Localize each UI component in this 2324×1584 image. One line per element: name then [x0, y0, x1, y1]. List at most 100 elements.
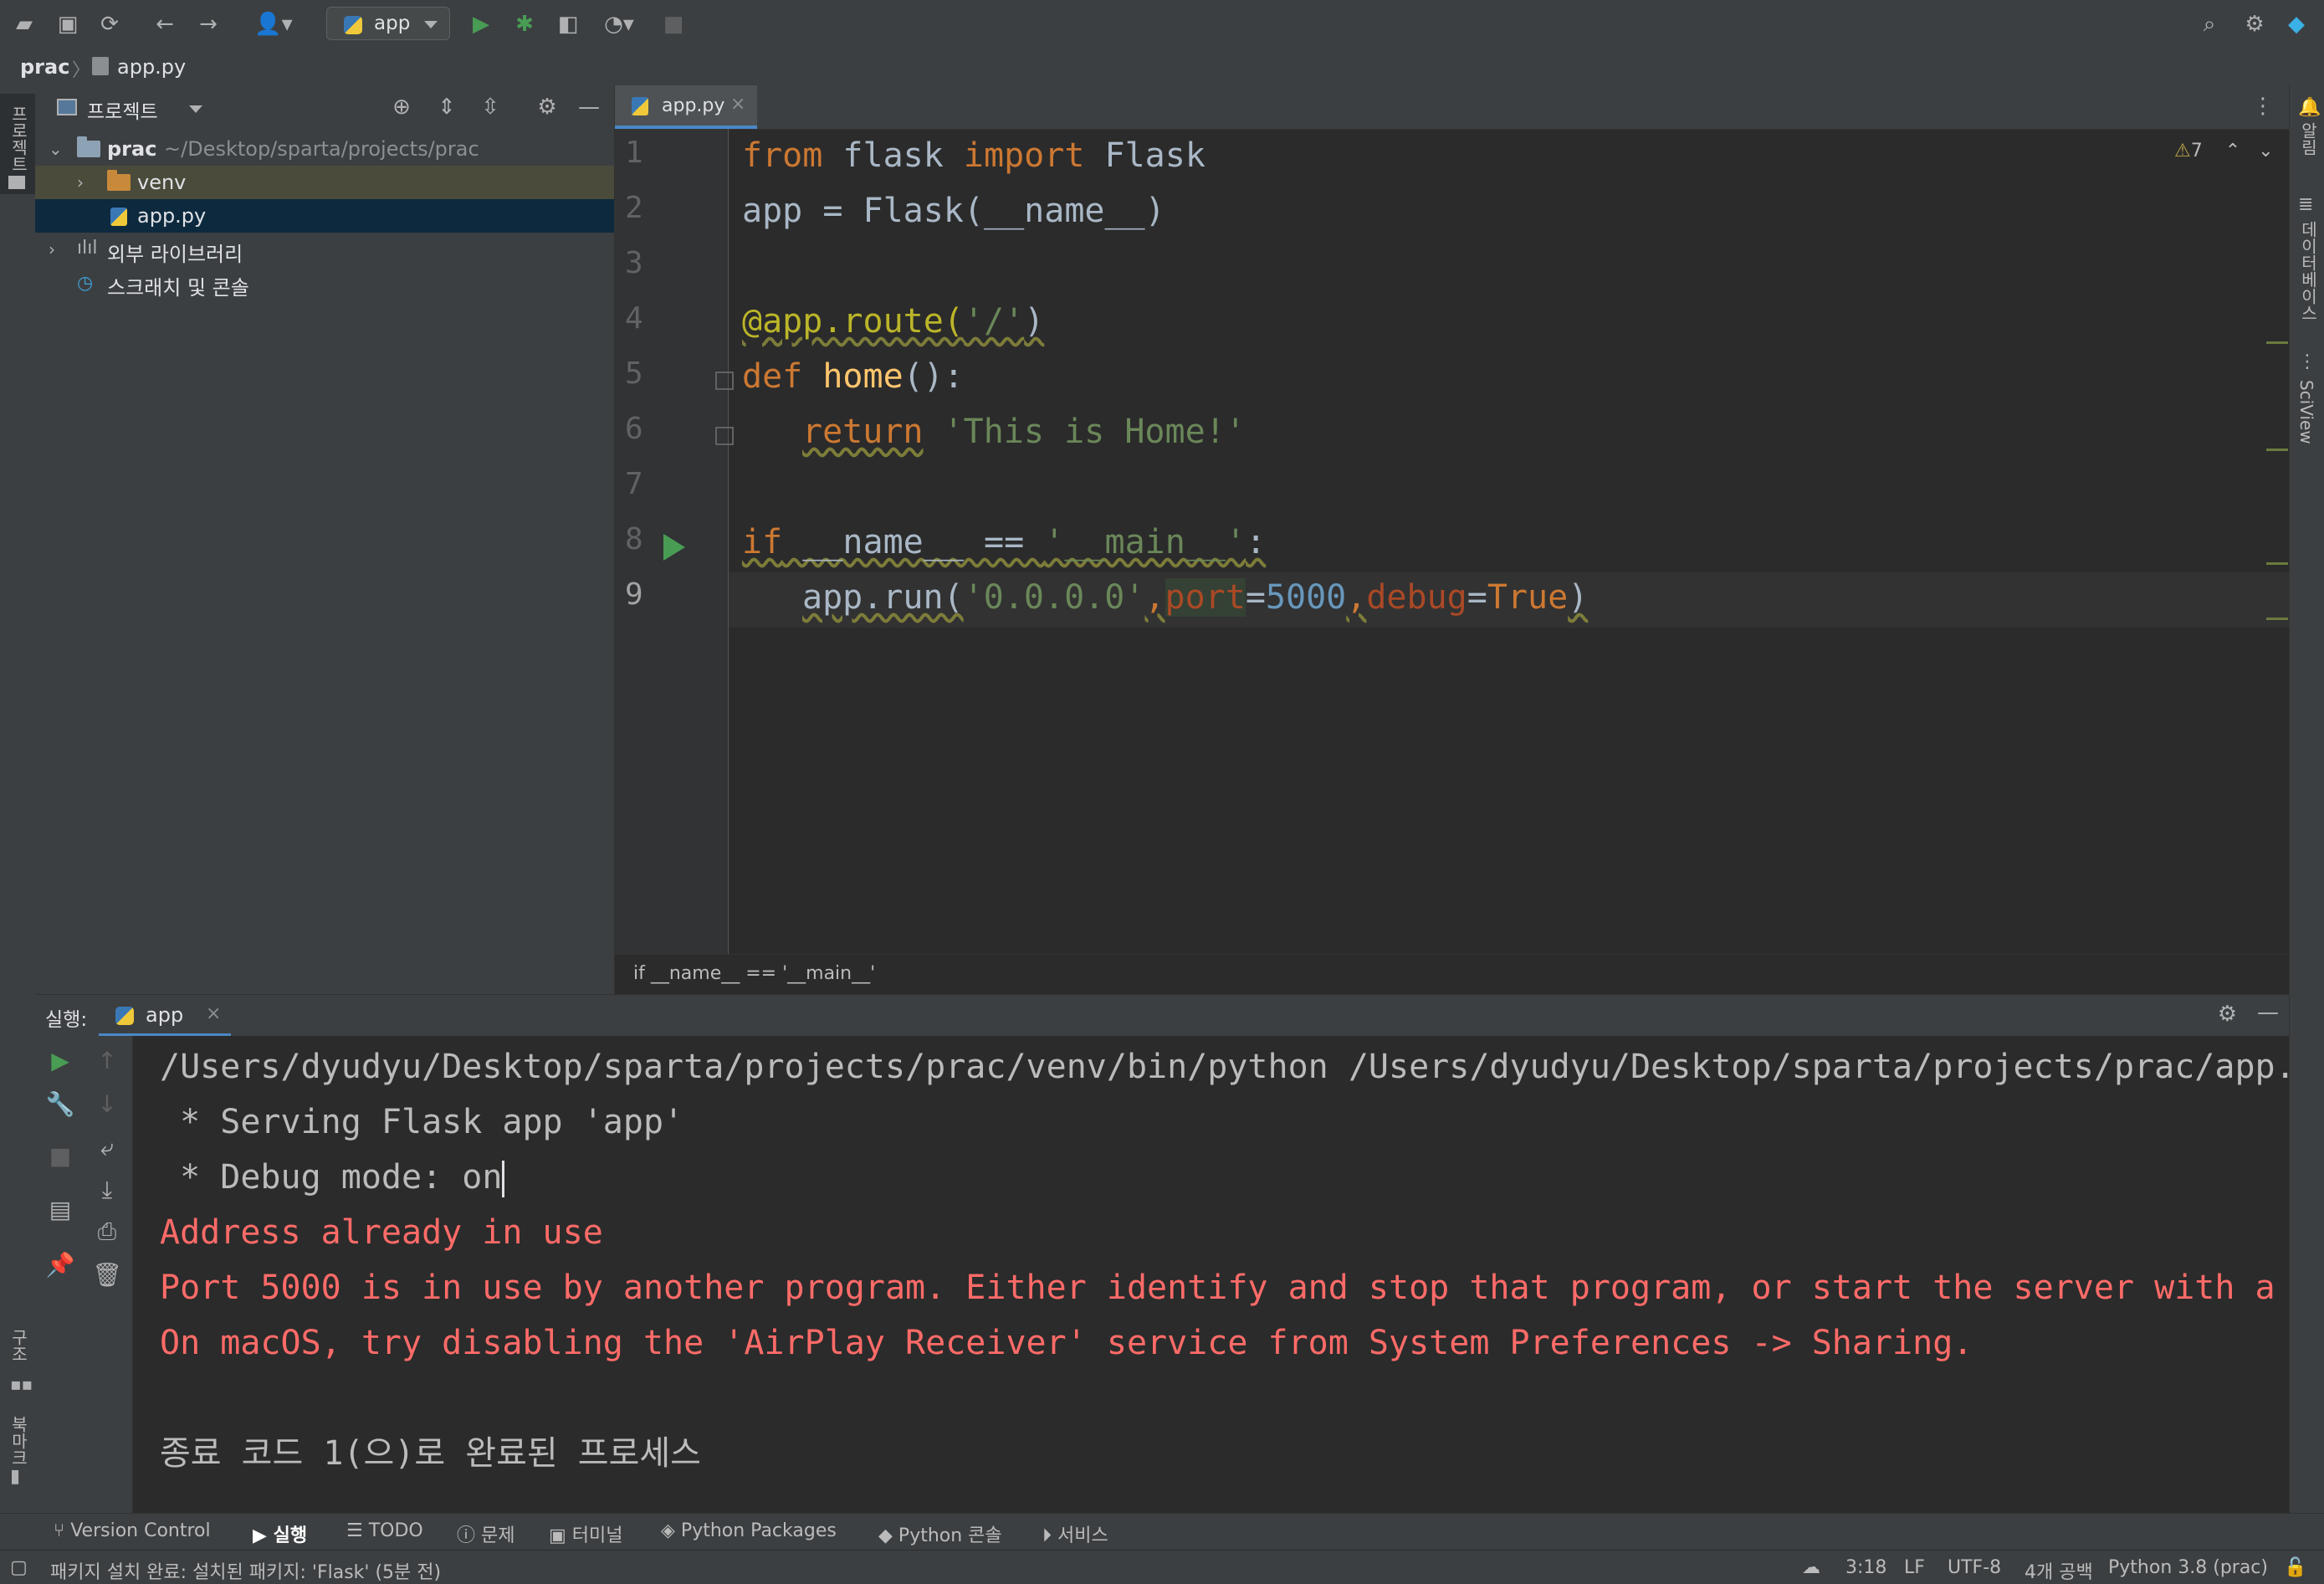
- line-separator[interactable]: LF: [1904, 1557, 1925, 1578]
- profile-icon[interactable]: ◔▾: [596, 12, 642, 37]
- sync-icon[interactable]: ⟳: [97, 12, 122, 37]
- close-icon[interactable]: ×: [730, 94, 745, 115]
- chevron-right-icon[interactable]: ›: [49, 239, 55, 259]
- trash-icon[interactable]: 🗑: [92, 1260, 122, 1290]
- arrow-up-icon[interactable]: ↑: [92, 1046, 122, 1076]
- structure-icon: ▪▪: [10, 1374, 33, 1394]
- project-panel: 프로젝트 ⊕ ⇕ ⇳ ⚙ — ⌄ prac ~/Desktop/sparta/p…: [35, 85, 615, 994]
- project-tool-tab[interactable]: 프로젝트: [0, 94, 35, 194]
- run-panel-label: 실행:: [45, 1009, 88, 1031]
- save-icon[interactable]: ▣: [55, 12, 80, 37]
- hide-icon[interactable]: —: [576, 94, 602, 120]
- lock-icon[interactable]: 🔓: [2284, 1557, 2306, 1578]
- database-icon: ≣: [2298, 194, 2314, 215]
- gear-icon[interactable]: ⚙: [534, 94, 561, 120]
- user-icon[interactable]: 👤▾: [253, 12, 294, 37]
- tab-run[interactable]: ▶ 실행: [253, 1520, 307, 1547]
- inspection-widget[interactable]: ⚠7 ⌃ ⌄: [2174, 141, 2274, 161]
- indexing-icon[interactable]: ☁: [1802, 1557, 1820, 1578]
- error-stripe-mark[interactable]: [2266, 562, 2288, 565]
- breadcrumb-project[interactable]: prac: [20, 55, 69, 79]
- tree-item-external-libraries[interactable]: › ılıl 외부 라이브러리: [35, 233, 614, 266]
- tab-todo[interactable]: ☰ TODO: [346, 1520, 423, 1541]
- soft-wrap-icon[interactable]: ⤶: [92, 1133, 122, 1163]
- structure-tool-label: 구조: [8, 1329, 28, 1362]
- layout-icon[interactable]: ▤: [45, 1195, 75, 1225]
- run-configuration-select[interactable]: app: [326, 7, 450, 40]
- tab-python-console[interactable]: ◆ Python 콘솔: [878, 1520, 1002, 1547]
- chevron-down-icon[interactable]: ⌄: [49, 139, 63, 159]
- database-tool-label[interactable]: 데이터베이스: [2296, 221, 2321, 321]
- tree-item-app-py[interactable]: app.py: [35, 199, 614, 233]
- panel-toggle-icon[interactable]: ▢: [10, 1557, 28, 1578]
- gear-icon[interactable]: ⚙: [2218, 1002, 2237, 1027]
- wrench-icon[interactable]: 🔧: [45, 1089, 75, 1120]
- search-icon[interactable]: ⌕: [2197, 12, 2222, 37]
- collapse-all-icon[interactable]: ⇳: [477, 94, 504, 120]
- status-message[interactable]: 패키지 설치 완료: 설치된 패키지: 'Flask' (5분 전): [50, 1557, 441, 1584]
- forward-icon[interactable]: →: [196, 12, 221, 37]
- run-icon[interactable]: ▶: [468, 12, 494, 37]
- more-icon[interactable]: ⋮: [2252, 94, 2274, 119]
- expand-all-icon[interactable]: ⇕: [433, 94, 460, 120]
- main-toolbar: ▰ ▣ ⟳ ← → 👤▾ app ▶ ✱ ◧ ◔▾ ■ ⌕ ⚙ ◆: [0, 0, 2324, 48]
- indent-setting[interactable]: 4개 공백: [2025, 1557, 2093, 1584]
- run-console[interactable]: /Users/dyudyu/Desktop/sparta/projects/pr…: [133, 1036, 2289, 1513]
- tab-version-control[interactable]: ⑂ Version Control: [54, 1520, 211, 1541]
- sciview-icon: ⋮⋮: [2298, 351, 2324, 372]
- tree-item-venv[interactable]: › venv: [35, 166, 614, 199]
- console-exit-line: 종료 코드 1(으)로 완료된 프로세스: [160, 1434, 701, 1473]
- stop-icon[interactable]: ■: [45, 1141, 75, 1171]
- caret-position[interactable]: 3:18: [1845, 1557, 1886, 1578]
- pin-icon[interactable]: 📌: [45, 1250, 75, 1280]
- rerun-icon[interactable]: ▶: [45, 1046, 75, 1076]
- tree-item-prac[interactable]: ⌄ prac ~/Desktop/sparta/projects/prac: [35, 132, 614, 166]
- chevron-up-icon[interactable]: ⌃: [2225, 141, 2240, 161]
- tree-item-label: 스크래치 및 콘솔: [107, 276, 249, 300]
- python-interpreter[interactable]: Python 3.8 (prac): [2108, 1557, 2268, 1578]
- debug-icon[interactable]: ✱: [512, 12, 537, 37]
- back-icon[interactable]: ←: [152, 12, 177, 37]
- gear-icon[interactable]: ⚙: [2242, 12, 2267, 37]
- tab-services[interactable]: ⏵ 서비스: [1042, 1520, 1108, 1547]
- print-icon[interactable]: ⎙: [92, 1217, 122, 1247]
- hide-icon[interactable]: —: [2257, 1000, 2279, 1025]
- structure-tool-tab[interactable]: 구조 ▪▪: [0, 1315, 35, 1416]
- warning-icon: ⚠: [2174, 141, 2191, 161]
- tree-item-label: 외부 라이브러리: [107, 243, 243, 266]
- error-stripe-mark[interactable]: [2266, 341, 2288, 344]
- line-number-gutter: 1 2 3 4 5 6 7 8 9: [615, 129, 734, 954]
- tab-python-packages[interactable]: ◈ Python Packages: [661, 1520, 837, 1541]
- tab-problems[interactable]: ⓘ 문제: [457, 1520, 514, 1547]
- close-icon[interactable]: ×: [206, 1003, 221, 1024]
- line-number: 2: [625, 191, 643, 225]
- error-stripe-mark[interactable]: [2266, 618, 2288, 620]
- locate-icon[interactable]: ⊕: [388, 94, 415, 120]
- stop-icon[interactable]: ■: [661, 12, 686, 37]
- chevron-down-icon[interactable]: ⌄: [2258, 141, 2273, 161]
- error-stripe-mark[interactable]: [2266, 449, 2288, 451]
- library-icon: ılıl: [77, 238, 98, 259]
- breadcrumb-file[interactable]: app.py: [117, 55, 186, 79]
- warning-count: 7: [2190, 141, 2203, 161]
- sciview-tool-label[interactable]: SciView: [2296, 380, 2316, 444]
- open-folder-icon[interactable]: ▰: [12, 12, 37, 37]
- run-tab-app[interactable]: app ×: [99, 995, 231, 1037]
- folder-icon: [77, 136, 100, 157]
- tab-app-py[interactable]: app.py ×: [615, 85, 757, 129]
- tab-terminal[interactable]: ▣ 터미널: [549, 1520, 623, 1547]
- chevron-right-icon[interactable]: ›: [77, 172, 84, 192]
- project-panel-title[interactable]: 프로젝트: [87, 95, 158, 124]
- chevron-down-icon[interactable]: [189, 105, 202, 113]
- arrow-down-icon[interactable]: ↓: [92, 1089, 122, 1120]
- code-editor[interactable]: from flask import Flask app = Flask(__na…: [729, 129, 2289, 954]
- notifications-tool-label[interactable]: 알림: [2296, 122, 2321, 156]
- tree-item-scratches[interactable]: ◷ 스크래치 및 콘솔: [35, 266, 614, 300]
- run-gutter-icon[interactable]: [663, 534, 685, 561]
- file-encoding[interactable]: UTF-8: [1948, 1557, 2001, 1578]
- bookmarks-tool-tab[interactable]: 북마크 ▮: [0, 1416, 35, 1516]
- scroll-to-end-icon[interactable]: ⤓: [92, 1175, 122, 1205]
- code-context-label[interactable]: if __name__ == '__main__': [633, 963, 875, 984]
- coverage-icon[interactable]: ◧: [555, 12, 581, 37]
- text-caret: [502, 1161, 505, 1197]
